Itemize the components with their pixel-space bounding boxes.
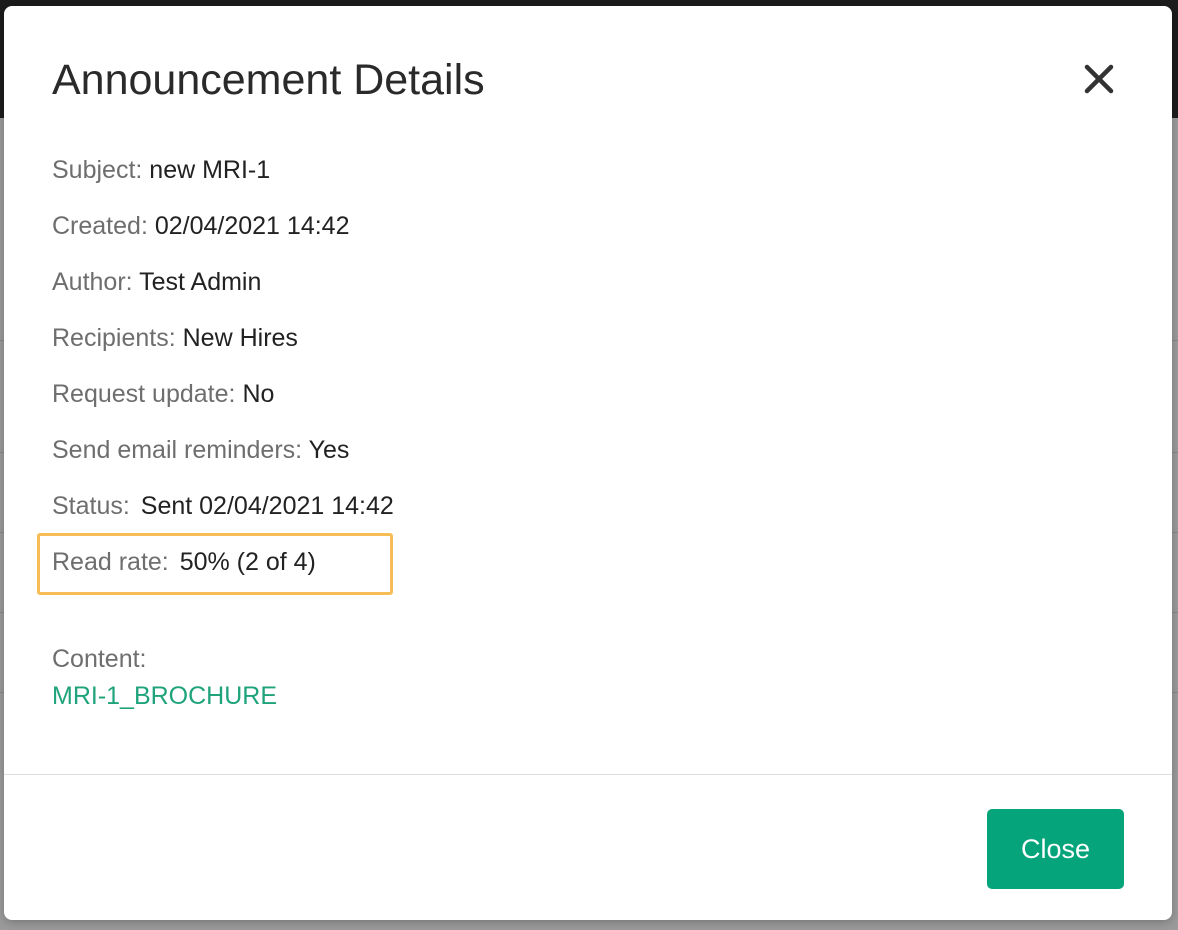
request-update-row: Request update: No [52, 378, 274, 410]
recipients-label: Recipients: [52, 324, 176, 352]
read-rate-label: Read rate: [52, 548, 169, 576]
recipients-value: New Hires [182, 324, 298, 352]
request-update-label: Request update: [52, 380, 236, 408]
recipients-row: Recipients: New Hires [52, 322, 298, 354]
send-email-reminders-label: Send email reminders: [52, 436, 303, 464]
status-label: Status: [52, 492, 130, 520]
author-row: Author: Test Admin [52, 266, 261, 298]
read-rate-value: 50% (2 of 4) [179, 548, 316, 576]
announcement-details-modal: Announcement Details Subject: new MRI-1 … [4, 6, 1172, 920]
author-label: Author: [52, 268, 133, 296]
close-icon[interactable] [1082, 62, 1116, 96]
content-link-brochure[interactable]: MRI-1_BROCHURE [52, 680, 277, 712]
subject-value: new MRI-1 [149, 156, 271, 184]
modal-title: Announcement Details [52, 56, 485, 104]
send-email-reminders-row: Send email reminders: Yes [52, 434, 349, 466]
read-rate-row: Read rate: 50% (2 of 4) [52, 546, 316, 578]
created-label: Created: [52, 212, 148, 240]
footer-divider [4, 774, 1172, 775]
subject-row: Subject: new MRI-1 [52, 154, 270, 186]
created-value: 02/04/2021 14:42 [154, 212, 350, 240]
close-button[interactable]: Close [987, 809, 1124, 889]
send-email-reminders-value: Yes [308, 436, 350, 464]
status-value: Sent 02/04/2021 14:42 [140, 492, 394, 520]
author-value: Test Admin [139, 268, 262, 296]
subject-label: Subject: [52, 156, 143, 184]
created-row: Created: 02/04/2021 14:42 [52, 210, 349, 242]
content-label: Content: [52, 645, 147, 673]
request-update-value: No [242, 380, 275, 408]
status-row: Status: Sent 02/04/2021 14:42 [52, 490, 394, 522]
